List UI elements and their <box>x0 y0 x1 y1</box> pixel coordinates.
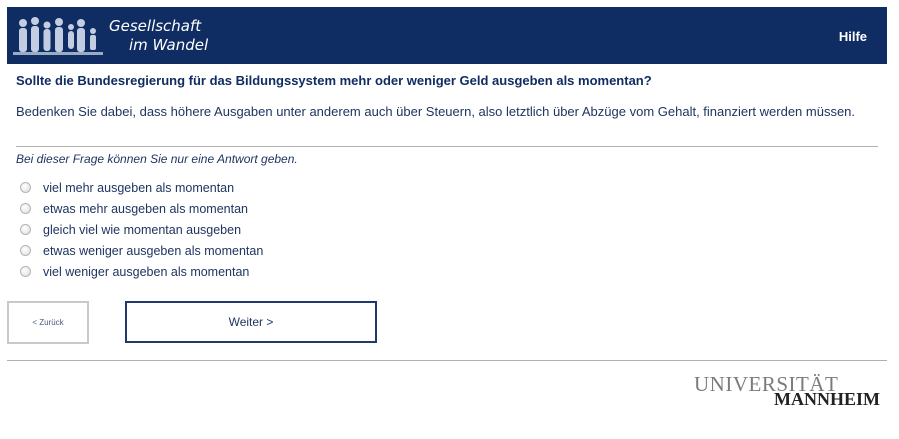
logo-text-mannheim: MANNHEIM <box>774 389 880 409</box>
answer-option[interactable]: viel weniger ausgeben als momentan <box>20 261 263 282</box>
answer-instruction: Bei dieser Frage können Sie nur eine Ant… <box>16 152 298 166</box>
gesellschaft-im-wandel-logo: Gesellschaft im Wandel <box>13 11 223 63</box>
answer-option-label[interactable]: viel weniger ausgeben als momentan <box>43 265 249 279</box>
answer-option[interactable]: gleich viel wie momentan ausgeben <box>20 219 263 240</box>
question-hint: Bedenken Sie dabei, dass höhere Ausgaben… <box>16 104 856 119</box>
footer-divider <box>7 360 887 361</box>
next-button[interactable]: Weiter > <box>125 301 377 343</box>
universitaet-mannheim-logo: UNIVERSITÄT MANNHEIM <box>694 372 880 412</box>
answer-option[interactable]: viel mehr ausgeben als momentan <box>20 177 263 198</box>
answer-option[interactable]: etwas weniger ausgeben als momentan <box>20 240 263 261</box>
answer-option-label[interactable]: etwas weniger ausgeben als momentan <box>43 244 263 258</box>
question-title: Sollte die Bundesregierung für das Bildu… <box>16 73 652 88</box>
logo-title-line2: im Wandel <box>129 36 209 54</box>
radio-button[interactable] <box>20 245 31 256</box>
logo-title-line1: Gesellschaft <box>109 17 202 35</box>
radio-button[interactable] <box>20 182 31 193</box>
answer-options: viel mehr ausgeben als momentan etwas me… <box>20 177 263 282</box>
answer-option-label[interactable]: viel mehr ausgeben als momentan <box>43 181 234 195</box>
radio-button[interactable] <box>20 203 31 214</box>
answer-option-label[interactable]: etwas mehr ausgeben als momentan <box>43 202 248 216</box>
help-link[interactable]: Hilfe <box>839 29 867 44</box>
header-bar: Gesellschaft im Wandel Hilfe <box>7 7 887 64</box>
answer-option[interactable]: etwas mehr ausgeben als momentan <box>20 198 263 219</box>
people-silhouette-icon <box>13 17 103 55</box>
divider <box>16 146 878 147</box>
answer-option-label[interactable]: gleich viel wie momentan ausgeben <box>43 223 241 237</box>
radio-button[interactable] <box>20 224 31 235</box>
radio-button[interactable] <box>20 266 31 277</box>
back-button[interactable]: < Zurück <box>7 301 89 344</box>
